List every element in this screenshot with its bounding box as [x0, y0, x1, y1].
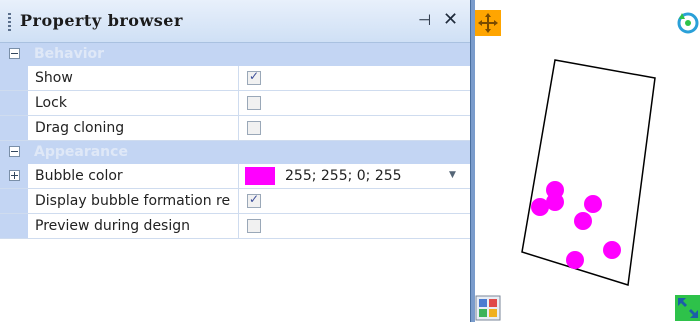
panel-titlebar[interactable]: Property browser ⊣ ✕: [0, 0, 470, 43]
lock-checkbox[interactable]: [247, 96, 261, 110]
row-gutter: [0, 189, 28, 213]
bubble[interactable]: [566, 251, 584, 269]
property-name: Bubble color: [28, 164, 239, 188]
color-swatch[interactable]: [245, 167, 275, 185]
drag-cloning-checkbox[interactable]: [247, 121, 261, 135]
design-canvas[interactable]: [475, 0, 700, 322]
category-label: Behavior: [34, 46, 105, 62]
shape-drawing: [521, 59, 656, 286]
scale-icon[interactable]: [675, 295, 700, 321]
property-name: Drag cloning: [28, 116, 239, 140]
property-value[interactable]: [239, 91, 470, 115]
property-label: Lock: [35, 95, 67, 111]
bubble[interactable]: [584, 195, 602, 213]
row-gutter: [0, 116, 28, 140]
pin-icon[interactable]: ⊣: [418, 11, 431, 29]
property-name: Lock: [28, 91, 239, 115]
bubble[interactable]: [574, 212, 592, 230]
row-gutter: [0, 214, 28, 238]
property-row-bubble-color[interactable]: Bubble color 255; 255; 0; 255 ▼: [0, 164, 470, 189]
property-row-preview[interactable]: Preview during design: [0, 214, 470, 239]
property-value[interactable]: [239, 189, 470, 213]
property-row-show[interactable]: Show: [0, 66, 470, 91]
property-row-lock[interactable]: Lock: [0, 91, 470, 116]
expand-icon[interactable]: [9, 170, 20, 181]
row-gutter: [0, 91, 28, 115]
property-value[interactable]: [239, 66, 470, 90]
row-gutter: [0, 164, 28, 188]
dropdown-arrow-icon[interactable]: ▼: [449, 170, 456, 180]
property-name: Show: [28, 66, 239, 90]
property-label: Show: [35, 70, 73, 86]
property-label: Drag cloning: [35, 120, 125, 136]
property-label: Preview during design: [35, 218, 191, 234]
property-label: Bubble color: [35, 168, 123, 184]
property-name: Preview during design: [28, 214, 239, 238]
color-value[interactable]: 255; 255; 0; 255: [285, 168, 402, 184]
property-row-display-bubble[interactable]: Display bubble formation re: [0, 189, 470, 214]
close-icon[interactable]: ✕: [443, 9, 458, 30]
preview-checkbox[interactable]: [247, 219, 261, 233]
property-value[interactable]: 255; 255; 0; 255 ▼: [239, 164, 470, 188]
grip-icon[interactable]: [8, 13, 11, 31]
category-label: Appearance: [34, 144, 128, 160]
bubble[interactable]: [603, 241, 621, 259]
property-row-drag-cloning[interactable]: Drag cloning: [0, 116, 470, 141]
container-shape[interactable]: [521, 59, 656, 286]
property-name: Display bubble formation re: [28, 189, 239, 213]
show-checkbox[interactable]: [247, 69, 261, 85]
bubble[interactable]: [546, 193, 564, 211]
collapse-icon[interactable]: [9, 48, 20, 59]
property-value[interactable]: [239, 214, 470, 238]
display-bubble-checkbox[interactable]: [247, 192, 261, 208]
category-behavior[interactable]: Behavior: [0, 43, 470, 66]
category-appearance[interactable]: Appearance: [0, 141, 470, 164]
panel-title: Property browser: [20, 11, 183, 30]
property-browser-panel: Property browser ⊣ ✕ Behavior Show Lock …: [0, 0, 470, 322]
grid-icon[interactable]: [475, 295, 501, 321]
row-gutter: [0, 66, 28, 90]
property-grid: Behavior Show Lock Drag cloning Appearan…: [0, 43, 470, 239]
property-label: Display bubble formation re: [35, 193, 231, 209]
collapse-icon[interactable]: [9, 146, 20, 157]
property-value[interactable]: [239, 116, 470, 140]
